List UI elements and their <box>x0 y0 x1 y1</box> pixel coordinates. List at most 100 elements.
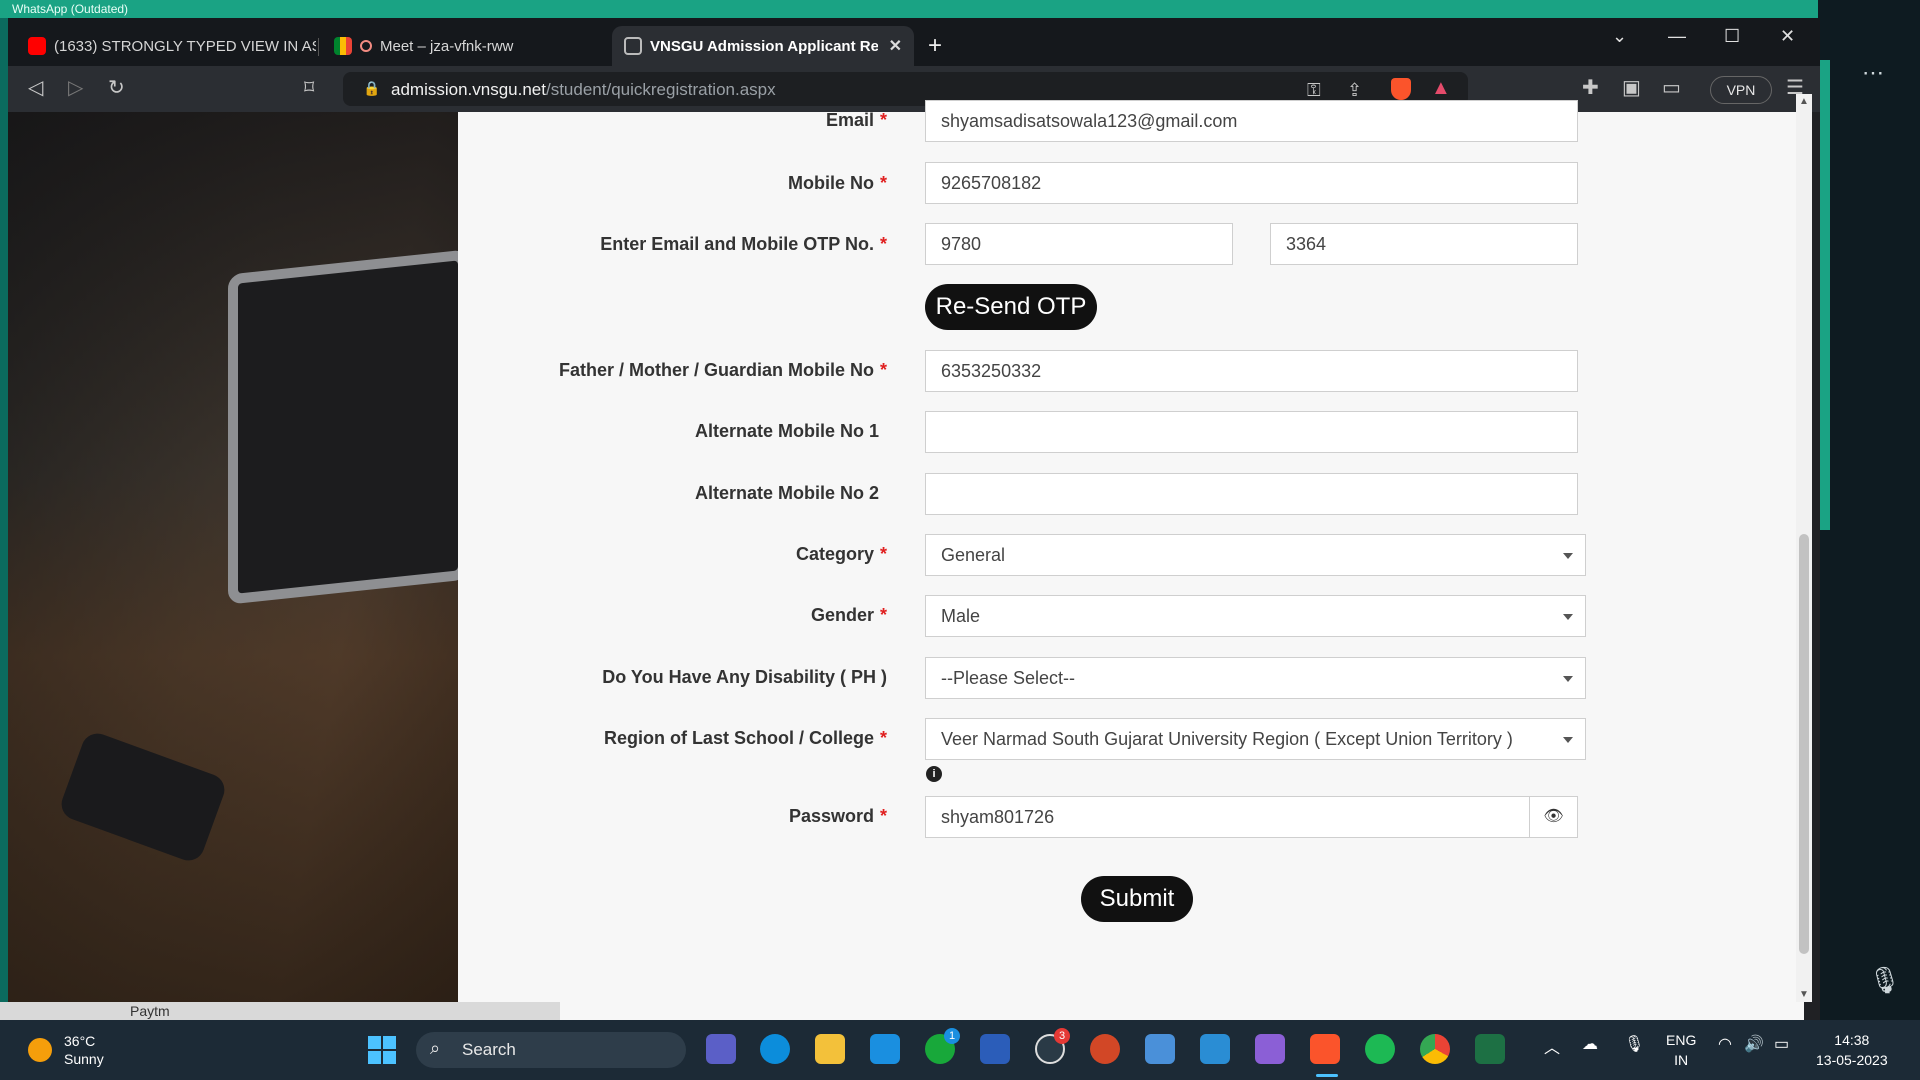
scroll-up-arrow-icon[interactable]: ▲ <box>1799 96 1809 107</box>
lang-code: ENG <box>1666 1032 1697 1048</box>
excel-icon[interactable] <box>1475 1034 1505 1064</box>
vpn-button[interactable]: VPN <box>1710 76 1772 104</box>
show-password-eye-icon[interactable]: 👁 <box>1529 797 1577 837</box>
weather-desc: Sunny <box>64 1051 104 1067</box>
tab-search-icon[interactable]: ⌄ <box>1612 26 1627 47</box>
lock-icon[interactable]: 🔒 <box>363 80 380 97</box>
gender-select[interactable]: Male <box>925 595 1586 637</box>
microphone-tray-icon[interactable]: 🎙 <box>1624 1034 1644 1054</box>
disability-label: Do You Have Any Disability ( PH ) <box>602 667 887 687</box>
password-field[interactable]: shyam801726 👁 <box>925 796 1578 838</box>
key-icon[interactable]: ⚿ <box>1307 78 1321 102</box>
category-select[interactable]: General <box>925 534 1586 576</box>
disability-select[interactable]: --Please Select-- <box>925 657 1586 699</box>
mail-icon[interactable] <box>1145 1034 1175 1064</box>
chevron-up-icon[interactable]: ︿ <box>1544 1034 1560 1058</box>
close-window-button[interactable]: ✕ <box>1780 26 1795 47</box>
file-explorer-icon[interactable] <box>815 1034 845 1064</box>
spotify-icon[interactable] <box>1365 1034 1395 1064</box>
visual-studio-icon[interactable] <box>1255 1034 1285 1064</box>
email-field[interactable]: shyamsadisatsowala123@gmail.com <box>925 100 1578 142</box>
alt-mobile-2-field[interactable] <box>925 473 1578 515</box>
vscode-icon[interactable] <box>1200 1034 1230 1064</box>
back-icon[interactable]: ◁ <box>28 76 43 100</box>
tab-meet[interactable]: Meet – jza-vfnk-rww <box>322 26 612 66</box>
close-tab-icon[interactable]: ✕ <box>889 36 902 56</box>
reload-icon[interactable]: ↻ <box>108 76 125 100</box>
microphone-icon[interactable]: 🎙 <box>1868 965 1901 996</box>
brave-shields-icon[interactable] <box>1391 78 1411 100</box>
edge-icon[interactable] <box>760 1034 790 1064</box>
region-select[interactable]: Veer Narmad South Gujarat University Reg… <box>925 718 1586 760</box>
tab-separator <box>318 38 319 56</box>
windows-taskbar: 36°C Sunny ⌕ Search 1 3 ︿ ☁ 🎙 ENG IN ◠ 🔊… <box>0 1020 1920 1080</box>
email-label: Email * <box>825 110 887 130</box>
region-label: Region of Last School / College * <box>603 728 887 748</box>
brave-rewards-icon[interactable]: ▲ <box>1431 76 1451 100</box>
info-icon[interactable]: i <box>926 766 942 782</box>
tab-youtube[interactable]: (1633) STRONGLY TYPED VIEW IN ASP <box>16 26 316 66</box>
email-otp-field[interactable]: 9780 <box>925 223 1233 265</box>
tab-label: Meet – jza-vfnk-rww <box>380 37 514 55</box>
submit-button[interactable]: Submit <box>1081 876 1193 922</box>
brave-browser-icon[interactable] <box>1310 1034 1340 1064</box>
alt-mobile-1-field[interactable] <box>925 411 1578 453</box>
maximize-button[interactable]: ☐ <box>1724 26 1740 47</box>
tab-vnsgu[interactable]: VNSGU Admission Applicant Regi ✕ <box>612 26 914 66</box>
sun-icon[interactable] <box>28 1038 52 1062</box>
guardian-mobile-label: Father / Mother / Guardian Mobile No * <box>558 360 887 380</box>
powerpoint-icon[interactable] <box>1090 1034 1120 1064</box>
disability-value: --Please Select-- <box>941 668 1076 688</box>
recording-dot-icon <box>360 40 372 52</box>
youtube-icon <box>28 37 46 55</box>
onedrive-icon[interactable]: ☁ <box>1582 1034 1598 1054</box>
more-options-icon[interactable]: ⋯ <box>1862 60 1884 86</box>
start-button[interactable] <box>368 1036 396 1064</box>
word-icon[interactable] <box>980 1034 1010 1064</box>
search-icon: ⌕ <box>430 1038 441 1058</box>
wifi-icon[interactable]: ◠ <box>1718 1034 1732 1054</box>
extensions-icon[interactable]: ✚ <box>1582 76 1599 100</box>
clock[interactable]: 14:38 13-05-2023 <box>1816 1030 1888 1070</box>
date: 13-05-2023 <box>1816 1052 1888 1068</box>
guardian-mobile-field[interactable]: 6353250332 <box>925 350 1578 392</box>
active-app-indicator <box>1316 1074 1338 1077</box>
sidebar-icon[interactable]: ▣ <box>1622 76 1641 100</box>
chrome-icon[interactable] <box>1420 1034 1450 1064</box>
otp-label: Enter Email and Mobile OTP No. * <box>600 234 887 254</box>
weather-widget[interactable]: 36°C Sunny <box>64 1032 104 1068</box>
whatsapp-badge: 3 <box>1054 1028 1070 1044</box>
alt-mobile-1-label: Alternate Mobile No 1 <box>694 421 879 441</box>
gender-label: Gender * <box>810 605 887 625</box>
wallet-icon[interactable]: ▭ <box>1662 76 1681 100</box>
tab-label: VNSGU Admission Applicant Regi <box>650 37 878 55</box>
mobile-field[interactable]: 9265708182 <box>925 162 1578 204</box>
weather-temp: 36°C <box>64 1033 96 1049</box>
search-label: Search <box>462 1040 516 1059</box>
background-photo <box>8 112 468 1020</box>
l-app-icon[interactable] <box>870 1034 900 1064</box>
tab-label: (1633) STRONGLY TYPED VIEW IN ASP <box>54 37 316 55</box>
password-value: shyam801726 <box>941 807 1055 827</box>
url-text[interactable]: admission.vnsgu.net/student/quickregistr… <box>391 80 776 100</box>
volume-icon[interactable]: 🔊 <box>1744 1034 1764 1054</box>
phone-image <box>57 729 229 865</box>
mobile-otp-field[interactable]: 3364 <box>1270 223 1578 265</box>
gender-value: Male <box>941 606 981 626</box>
taskbar-search[interactable]: ⌕ Search <box>416 1032 686 1068</box>
teams-icon[interactable] <box>706 1034 736 1064</box>
language-indicator[interactable]: ENG IN <box>1666 1030 1696 1070</box>
tab-strip: (1633) STRONGLY TYPED VIEW IN ASP Meet –… <box>8 18 1820 66</box>
battery-icon[interactable]: ▭ <box>1774 1034 1789 1054</box>
forward-icon[interactable]: ▷ <box>68 76 83 100</box>
alt-mobile-2-label: Alternate Mobile No 2 <box>694 483 879 503</box>
scroll-down-arrow-icon[interactable]: ▼ <box>1799 989 1809 1000</box>
new-tab-button[interactable]: + <box>928 32 942 60</box>
bookmark-icon[interactable]: ⌑ <box>304 76 314 100</box>
resend-otp-button[interactable]: Re-Send OTP <box>925 284 1097 330</box>
minimize-button[interactable]: — <box>1668 26 1686 47</box>
share-icon[interactable]: ⇪ <box>1347 78 1362 102</box>
scrollbar-thumb[interactable] <box>1799 534 1809 954</box>
page-scrollbar[interactable]: ▲ ▼ <box>1796 94 1812 1002</box>
time: 14:38 <box>1834 1032 1870 1048</box>
